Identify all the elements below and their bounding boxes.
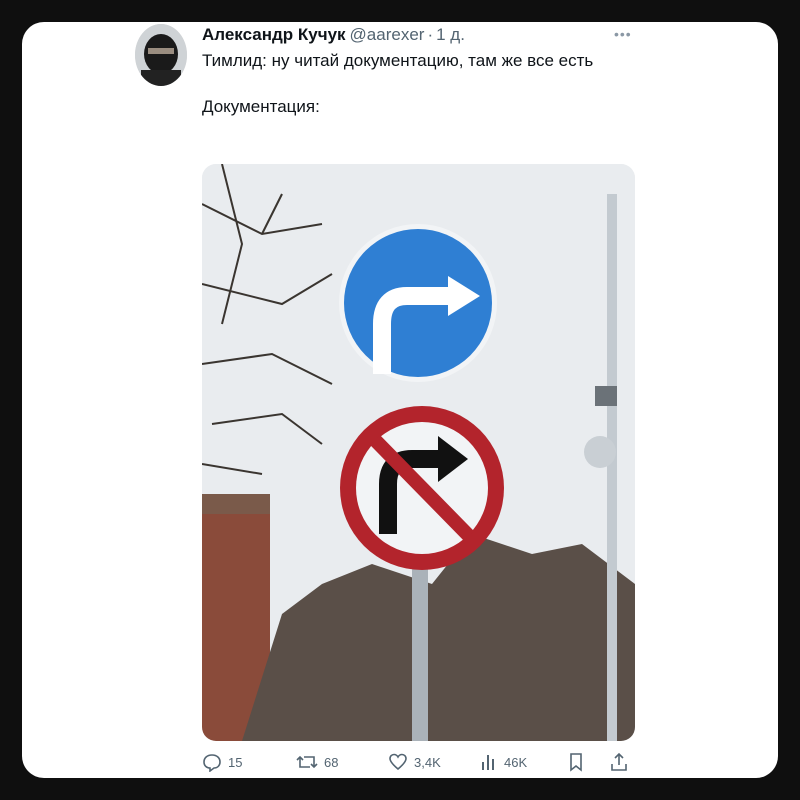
tweet-text-line2: Документация:	[202, 97, 320, 116]
share-button[interactable]	[610, 752, 634, 772]
retweet-button[interactable]: 68	[296, 752, 338, 772]
tweet-text-line1: Тимлид: ну читай документацию, там же вс…	[202, 51, 594, 70]
blue-turn-right-sign	[339, 224, 497, 382]
bookmark-button[interactable]	[568, 752, 590, 772]
separator: ·	[427, 25, 434, 44]
lamp-post	[607, 194, 617, 741]
tweet-time[interactable]: 1 д.	[436, 25, 465, 44]
like-count: 3,4K	[414, 754, 441, 770]
like-icon	[389, 753, 407, 771]
like-button[interactable]: 3,4K	[388, 752, 441, 772]
author-handle[interactable]: @aarexer	[350, 25, 425, 44]
retweet-count: 68	[324, 754, 339, 770]
views-count: 46K	[504, 754, 528, 770]
more-icon[interactable]: •••	[614, 26, 632, 42]
author-name[interactable]: Александр Кучук	[202, 25, 346, 44]
street-camera	[584, 436, 616, 468]
reply-count: 15	[228, 754, 243, 770]
reply-button[interactable]: 15	[202, 752, 242, 772]
street-camera-box	[595, 386, 617, 406]
road-signs-photo	[202, 164, 635, 741]
tweet-actions: 15 68 3,4K 46K	[202, 752, 632, 776]
no-right-turn-sign	[340, 406, 504, 570]
sign-pole	[412, 544, 428, 741]
avatar[interactable]	[135, 24, 187, 86]
bookmark-icon	[570, 753, 582, 772]
tweet-photo[interactable]	[202, 164, 635, 741]
share-icon	[611, 752, 627, 771]
avatar-image	[135, 24, 187, 86]
retweet-icon	[296, 755, 318, 769]
tweet-header: Александр Кучук @aarexer · 1 д.	[202, 25, 465, 45]
views-icon	[482, 755, 494, 770]
reply-icon	[203, 754, 221, 772]
views-button[interactable]: 46K	[480, 752, 527, 772]
tweet-text: Тимлид: ну читай документацию, там же вс…	[202, 49, 642, 118]
